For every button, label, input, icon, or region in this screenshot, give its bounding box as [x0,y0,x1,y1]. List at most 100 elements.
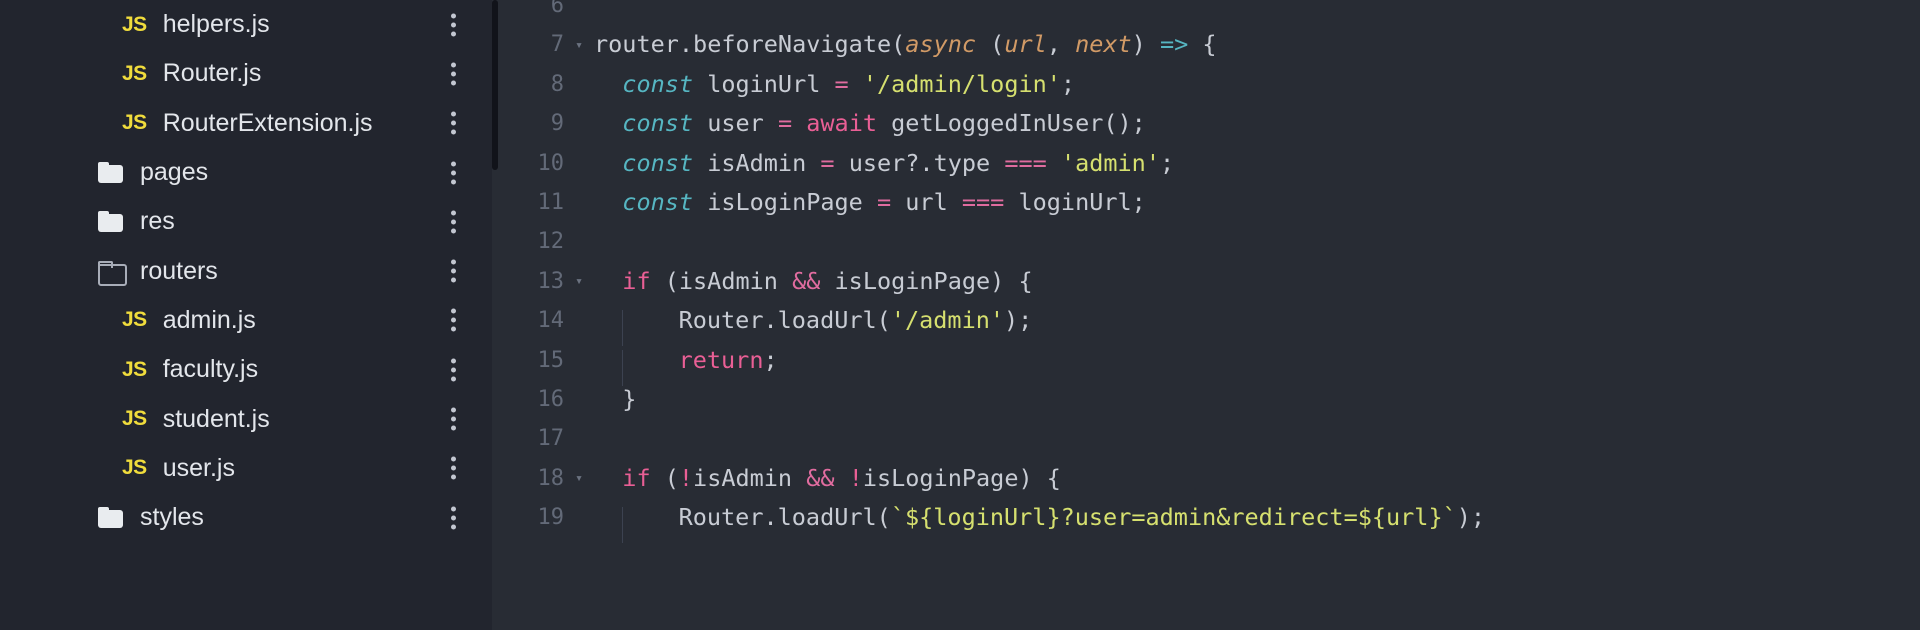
fold-arrow-icon[interactable]: ▾ [564,39,594,52]
kebab-menu-icon[interactable] [450,111,456,135]
folder-icon [98,507,124,529]
tree-item-faculty-js[interactable]: JS faculty.js [88,345,492,394]
js-file-icon: JS [122,12,147,36]
tree-item-styles[interactable]: styles [88,493,492,542]
code-editor-pane[interactable]: 6 7 ▾ router.beforeNavigate(async (url, nex… [492,0,1920,630]
code-line[interactable]: 6 [492,0,1920,25]
tree-item-label: Router.js [162,59,262,88]
code-token: next [1075,30,1132,59]
kebab-menu-icon[interactable] [450,407,456,431]
code-line[interactable]: 14 Router.loadUrl('/admin'); [492,301,1920,347]
tree-item-routers[interactable]: routers [88,246,492,295]
js-file-icon: JS [122,456,147,480]
js-file-icon: JS [122,111,147,135]
code-token: url [891,187,962,216]
file-explorer-tree[interactable]: JS helpers.js JS Router.js JS RouterExtension… [88,0,492,630]
fold-arrow-icon[interactable]: ▾ [564,472,594,485]
line-number: 8 [550,71,564,97]
tree-item-admin-js[interactable]: JS admin.js [88,296,492,345]
code-line[interactable]: 16 } [492,380,1920,419]
code-token: => [1159,30,1189,59]
code-line[interactable]: 10 const isAdmin = user?.type === 'admin… [492,144,1920,183]
code-token: loginUrl; [1004,187,1146,216]
line-number: 17 [537,426,565,452]
tree-item-label: res [140,207,175,236]
code-line-text: } [594,380,1920,419]
kebab-menu-icon[interactable] [450,308,456,332]
js-file-icon: JS [122,407,147,431]
tree-item-label: routers [140,256,218,285]
kebab-menu-icon[interactable] [450,259,456,283]
kebab-menu-icon[interactable] [450,210,456,234]
kebab-menu-icon[interactable] [450,13,456,37]
code-token: ; [1060,69,1076,98]
kebab-menu-icon[interactable] [450,506,456,530]
code-line[interactable]: 9 const user = await getLoggedInUser(); [492,104,1920,143]
code-token: ! [848,463,863,492]
code-token: . [678,30,694,59]
kebab-menu-icon[interactable] [450,161,456,185]
code-line[interactable]: 13 ▾ if (isAdmin && isLoginPage) { [492,262,1920,301]
code-line-text: const isLoginPage = url === loginUrl; [594,183,1920,222]
line-number: 14 [537,308,565,334]
code-token: '/admin/login' [862,69,1061,98]
tree-item-user-js[interactable]: JS user.js [88,444,492,493]
tree-item-res[interactable]: res [88,197,492,246]
code-line[interactable]: 17 [492,419,1920,458]
code-line[interactable]: 8 const loginUrl = '/admin/login'; [492,65,1920,104]
code-token: ! [678,463,694,492]
code-line[interactable]: 7 ▾ router.beforeNavigate(async (url, next… [492,25,1920,64]
code-token: === [1004,148,1047,177]
code-line[interactable]: 19 Router.loadUrl(`${loginUrl}?user=admi… [492,498,1920,544]
code-token: ; [763,345,778,374]
code-line-text: const isAdmin = user?.type === 'admin'; [594,144,1920,183]
code-line[interactable]: 15 return; [492,341,1920,386]
tree-item-label: user.js [162,453,235,482]
line-number: 13 [537,268,565,294]
tree-item-student-js[interactable]: JS student.js [88,394,492,443]
line-number: 12 [537,229,565,255]
code-token: = [876,187,892,216]
code-line[interactable]: 18 ▾ if (!isAdmin && !isLoginPage) { [492,459,1920,498]
kebab-menu-icon[interactable] [450,62,456,86]
code-token: isAdmin [693,148,821,177]
kebab-menu-icon[interactable] [450,358,456,382]
code-token: user?.type [834,148,1005,177]
code-editor-window: JS helpers.js JS Router.js JS RouterExtension… [0,0,1920,630]
code-token: { [1188,30,1217,59]
code-token: && [806,463,835,492]
code-token: === [961,187,1005,216]
code-token: beforeNavigate [693,30,892,59]
code-content[interactable]: 6 7 ▾ router.beforeNavigate(async (url, nex… [492,0,1920,544]
code-token: = [834,69,849,98]
fold-arrow-icon[interactable]: ▾ [564,275,594,288]
folder-icon [98,162,124,184]
tree-item-helpers-js[interactable]: JS helpers.js [88,0,492,49]
code-token: getLoggedInUser(); [877,109,1146,138]
code-token: const [622,109,694,138]
code-line-text: if (!isAdmin && !isLoginPage) { [594,459,1920,498]
folder-open-icon [98,260,127,286]
code-line[interactable]: 11 const isLoginPage = url === loginUrl; [492,183,1920,222]
js-file-icon: JS [122,308,147,332]
line-number: 18 [537,465,565,491]
code-token: isAdmin [693,463,807,492]
tree-item-label: styles [140,503,204,532]
kebab-menu-icon[interactable] [450,456,456,480]
line-number: 16 [537,386,565,412]
tree-item-label: student.js [162,404,270,433]
code-token: = [777,109,793,138]
tree-item-label: helpers.js [162,10,270,39]
code-token: = [820,148,835,177]
tree-item-pages[interactable]: pages [88,148,492,197]
code-line-text: router.beforeNavigate(async (url, next) … [594,25,1920,64]
explorer-left-margin [0,0,88,630]
tree-item-RouterExtension-js[interactable]: JS RouterExtension.js [88,99,492,148]
code-token: && [792,266,821,295]
tree-item-Router-js[interactable]: JS Router.js [88,49,492,98]
code-line-text: Router.loadUrl('/admin'); [594,301,1920,347]
code-line[interactable]: 12 [492,222,1920,261]
